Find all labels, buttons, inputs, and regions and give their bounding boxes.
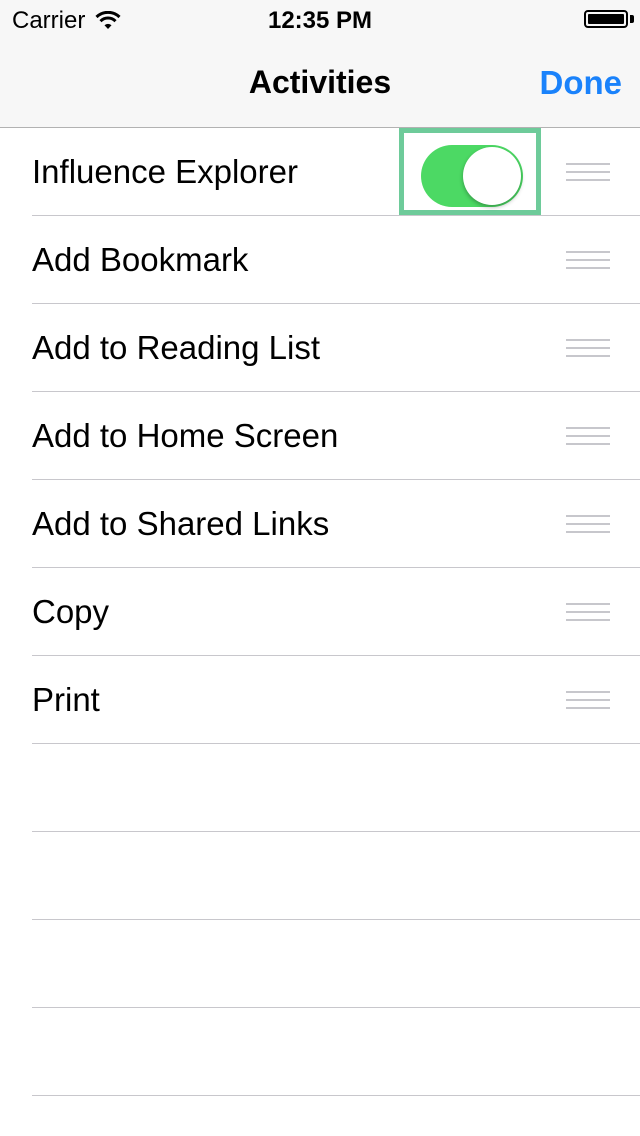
reorder-handle-icon[interactable]: [566, 339, 610, 357]
done-button[interactable]: Done: [540, 64, 623, 102]
empty-row: [0, 920, 640, 1008]
empty-row: [0, 832, 640, 920]
reorder-handle-icon[interactable]: [566, 251, 610, 269]
influence-explorer-toggle[interactable]: [421, 145, 523, 207]
status-time: 12:35 PM: [267, 7, 373, 34]
battery-tip: [630, 15, 634, 23]
reorder-handle-icon[interactable]: [566, 163, 610, 181]
list-item: Print: [0, 656, 640, 744]
battery-icon: [584, 10, 628, 28]
activity-label: Add to Shared Links: [32, 505, 330, 542]
activities-list: Influence Explorer Add Bookmark Add to R…: [0, 128, 640, 1096]
list-item: Add to Shared Links: [0, 480, 640, 568]
list-item: Add to Reading List: [0, 304, 640, 392]
reorder-handle-icon[interactable]: [566, 691, 610, 709]
activity-label: Influence Explorer: [32, 153, 298, 190]
reorder-handle-icon[interactable]: [566, 603, 610, 621]
activity-label: Add to Home Screen: [32, 417, 339, 454]
status-bar: Carrier 12:35 PM: [0, 0, 640, 40]
empty-row: [0, 1008, 640, 1096]
toggle-knob: [463, 147, 521, 205]
battery-level: [588, 14, 624, 24]
navigation-header: Carrier 12:35 PM Activities Done: [0, 0, 640, 128]
empty-row: [0, 744, 640, 832]
activity-label: Copy: [32, 593, 110, 630]
activity-label: Add to Reading List: [32, 329, 321, 366]
reorder-handle-icon[interactable]: [566, 427, 610, 445]
list-item: Influence Explorer: [0, 128, 640, 216]
list-item: Add Bookmark: [0, 216, 640, 304]
activity-label: Add Bookmark: [32, 241, 249, 278]
list-item: Copy: [0, 568, 640, 656]
reorder-handle-icon[interactable]: [566, 515, 610, 533]
activity-label: Print: [32, 681, 100, 718]
list-item: Add to Home Screen: [0, 392, 640, 480]
toggle-highlight: [399, 128, 541, 215]
